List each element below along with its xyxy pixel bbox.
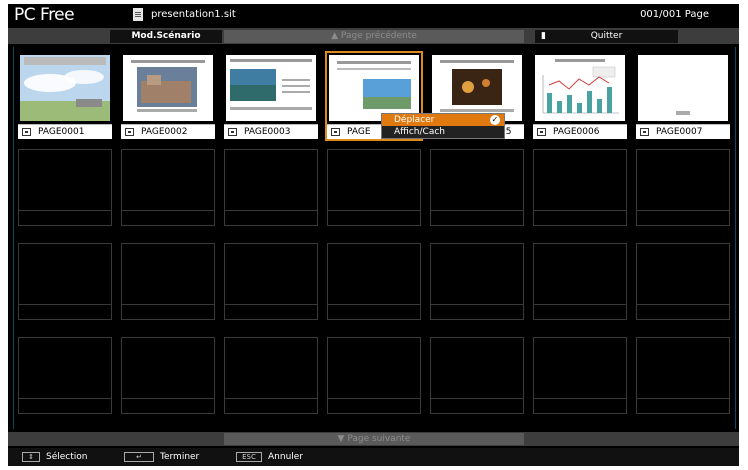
- thumbnail-label: PAGE0003: [244, 127, 291, 137]
- menu-item-show-hide[interactable]: Affich/Cach: [382, 126, 504, 138]
- toolbar: Mod.Scénario ▲ Page précédente ▮ Quitter: [8, 28, 739, 44]
- empty-slot[interactable]: [18, 243, 112, 320]
- empty-slot[interactable]: [430, 149, 524, 226]
- menu-item-move[interactable]: Déplacer ✓: [382, 114, 504, 126]
- empty-slot[interactable]: [327, 337, 421, 414]
- page-thumbnail[interactable]: PAGE0002: [121, 53, 215, 139]
- thumbnail-image: [226, 55, 316, 121]
- thumbnail-label: PAGE0006: [553, 127, 600, 137]
- thumbnail-caption: PAGE0003: [224, 124, 318, 139]
- empty-slot[interactable]: [18, 337, 112, 414]
- empty-slot[interactable]: [121, 337, 215, 414]
- status-bar: ⇕ Sélection ↵ Terminer ESC Annuler: [8, 448, 739, 466]
- cancel-hint: Annuler: [268, 452, 304, 462]
- empty-slot[interactable]: [636, 337, 730, 414]
- context-menu: Déplacer ✓ Affich/Cach: [381, 113, 505, 139]
- file-name: presentation1.sit: [151, 9, 236, 20]
- select-hint: Sélection: [46, 452, 88, 462]
- page-icon: [537, 128, 546, 136]
- finish-hint: Terminer: [160, 452, 200, 462]
- document-icon: [133, 8, 143, 21]
- thumbnail-caption: PAGE0006: [533, 124, 627, 139]
- empty-slot[interactable]: [327, 243, 421, 320]
- page-icon: [22, 128, 31, 136]
- thumbnail-image: [20, 55, 110, 121]
- sky-landscape-image: [20, 55, 110, 121]
- thumbnail-image: [329, 55, 419, 121]
- empty-slot[interactable]: [224, 149, 318, 226]
- previous-page-button[interactable]: ▲ Page précédente: [224, 30, 524, 43]
- thumbnail-image: [535, 55, 625, 121]
- page-counter: 001/001 Page: [640, 9, 709, 20]
- menu-item-show-hide-label: Affich/Cach: [394, 127, 445, 137]
- page-grid: PAGE0001 PAGE0002 PAGE0003 PAGE 05 PAGE0…: [13, 47, 736, 429]
- building-photo-image: [123, 55, 213, 121]
- page-thumbnail[interactable]: PAGE0003: [224, 53, 318, 139]
- empty-slot[interactable]: [121, 149, 215, 226]
- landscape-photo-image: [329, 55, 419, 121]
- page-icon: [331, 128, 340, 136]
- check-icon: ✓: [490, 115, 500, 125]
- page-thumbnail[interactable]: PAGE0001: [18, 53, 112, 139]
- thumbnail-image: [638, 55, 728, 121]
- menu-item-move-label: Déplacer: [394, 115, 435, 125]
- thumbnail-caption: PAGE0007: [636, 124, 730, 139]
- thumbnail-caption: PAGE0001: [18, 124, 112, 139]
- empty-slot[interactable]: [430, 337, 524, 414]
- empty-slot[interactable]: [533, 337, 627, 414]
- page-thumbnail[interactable]: PAGE0007: [636, 53, 730, 139]
- quit-label: Quitter: [590, 31, 623, 41]
- night-photo-image: [432, 55, 522, 121]
- thumbnail-label: PAGE0002: [141, 127, 188, 137]
- empty-slot[interactable]: [430, 243, 524, 320]
- empty-slot[interactable]: [121, 243, 215, 320]
- empty-slot[interactable]: [224, 243, 318, 320]
- next-page-bar: ▼ Page suivante: [8, 432, 739, 446]
- empty-slot[interactable]: [327, 149, 421, 226]
- thumbnail-caption: PAGE0002: [121, 124, 215, 139]
- chart-graphic-image: [535, 55, 625, 121]
- thumbnail-image: [123, 55, 213, 121]
- empty-slot[interactable]: [18, 149, 112, 226]
- page-icon: [640, 128, 649, 136]
- empty-slot[interactable]: [224, 337, 318, 414]
- empty-slot[interactable]: [533, 149, 627, 226]
- page-thumbnail[interactable]: PAGE0006: [533, 53, 627, 139]
- thumbnail-label: PAGE0007: [656, 127, 703, 137]
- blank-page-image: [638, 55, 728, 121]
- app-title: PC Free: [14, 5, 75, 25]
- quit-button[interactable]: ▮ Quitter: [535, 30, 678, 43]
- esc-key-icon: ESC: [236, 452, 262, 462]
- projector-screen: PC Free presentation1.sit 001/001 Page M…: [8, 4, 739, 466]
- empty-slot[interactable]: [636, 243, 730, 320]
- empty-slot[interactable]: [533, 243, 627, 320]
- page-icon: [125, 128, 134, 136]
- enter-key-icon: ↵: [124, 452, 154, 462]
- page-icon: [228, 128, 237, 136]
- seaside-photo-image: [226, 55, 316, 121]
- thumbnail-label: PAGE0001: [38, 127, 85, 137]
- scenario-mode-button[interactable]: Mod.Scénario: [110, 30, 222, 43]
- updown-key-icon: ⇕: [22, 452, 40, 462]
- empty-slot[interactable]: [636, 149, 730, 226]
- thumbnail-image: [432, 55, 522, 121]
- next-page-button[interactable]: ▼ Page suivante: [224, 433, 524, 445]
- thumbnail-label: PAGE: [347, 127, 371, 137]
- title-bar: PC Free presentation1.sit 001/001 Page: [8, 4, 739, 26]
